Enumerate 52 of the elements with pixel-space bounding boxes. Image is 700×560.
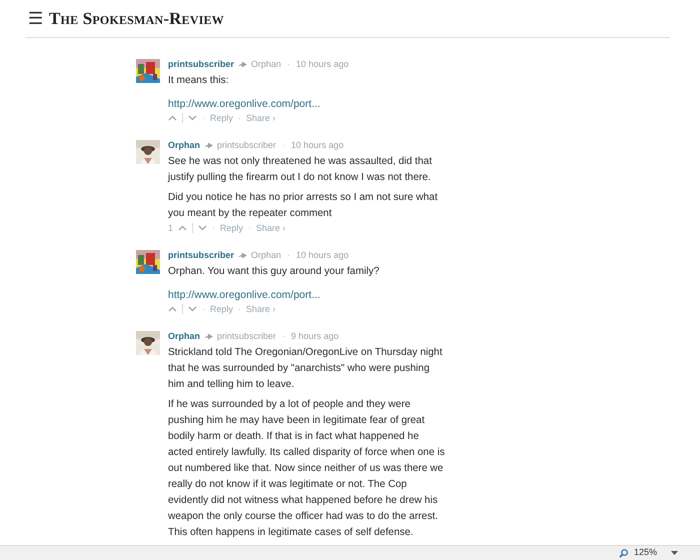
vote-count: 1 bbox=[168, 222, 174, 234]
separator-dot: · bbox=[282, 139, 286, 152]
comment-text: Did you notice he has no prior arrests so I am not sure what you meant by the repeater comment bbox=[168, 191, 439, 221]
reply-to-name[interactable]: printsubscriber bbox=[217, 139, 276, 152]
reply-arrow-icon bbox=[204, 142, 214, 149]
share-button[interactable]: Share › bbox=[256, 222, 286, 234]
separator-dot: · bbox=[212, 222, 216, 234]
downvote-icon[interactable] bbox=[188, 306, 197, 312]
separator-dot: · bbox=[287, 249, 290, 262]
separator-dot: · bbox=[238, 303, 242, 315]
reply-to-name[interactable]: Orphan bbox=[251, 58, 282, 71]
menu-button[interactable]: ☰ bbox=[28, 10, 43, 27]
reply-button[interactable]: Reply bbox=[210, 303, 234, 315]
zoom-icon bbox=[618, 548, 628, 558]
reply-arrow-icon bbox=[238, 252, 248, 259]
share-button[interactable]: Share › bbox=[246, 303, 276, 315]
comment-time[interactable]: 10 hours ago bbox=[296, 58, 349, 71]
separator-dot: · bbox=[287, 58, 290, 71]
comment-text: Strickland told The Oregonian/OregonLive on Thursday night that he was surrounded by "anarchists" who were pushing him and telling him to leave. bbox=[168, 346, 444, 392]
upvote-icon[interactable] bbox=[168, 115, 177, 121]
comment-author[interactable]: printsubscriber bbox=[168, 58, 234, 71]
comment-author[interactable]: printsubscriber bbox=[168, 249, 234, 262]
reply-arrow-icon bbox=[204, 333, 214, 340]
downvote-icon[interactable] bbox=[198, 225, 208, 231]
upvote-icon[interactable] bbox=[178, 225, 188, 231]
comment-text: See he was not only threatened he was assaulted, did that justify pulling the firearm out I do not know I was not there. bbox=[168, 155, 433, 185]
reply-button[interactable]: Reply bbox=[210, 112, 234, 124]
site-logo[interactable]: The Spokesman-Review bbox=[49, 6, 224, 32]
comment-text: If he was surrounded by a lot of people and they were pushing him he may have been in legitimate fear of great bodily harm or death. If that is in fact what happened he acted entirely lawfully. Its called disparity of force when one is out numbered like that. Now since neither of us was there we really do not know if it was legitimate or not. The Cop evidently did not witness what happened before he drew his weapon the only course the officer had was to do the arrest. This often happens in legitimate cases of self defense. bbox=[168, 398, 446, 540]
comment-time[interactable]: 10 hours ago bbox=[296, 249, 349, 262]
downvote-icon[interactable] bbox=[188, 115, 197, 121]
upvote-icon[interactable] bbox=[168, 306, 177, 312]
reply-to-name[interactable]: Orphan bbox=[251, 249, 282, 262]
reply-button[interactable]: Reply bbox=[220, 222, 244, 234]
dropdown-caret-icon[interactable] bbox=[671, 551, 678, 555]
comment-author[interactable]: Orphan bbox=[168, 139, 200, 152]
zoom-level[interactable]: 125% bbox=[634, 546, 657, 560]
share-button[interactable]: Share › bbox=[246, 112, 276, 124]
reply-arrow-icon bbox=[238, 61, 248, 68]
comment-author[interactable]: Orphan bbox=[168, 330, 200, 343]
comment-text: It means this: bbox=[168, 74, 230, 88]
separator-dot: · bbox=[202, 112, 205, 124]
separator-dot: · bbox=[238, 112, 242, 124]
comment-link[interactable]: http://www.oregonlive.com/port... bbox=[168, 287, 320, 303]
separator-dot: · bbox=[282, 330, 286, 343]
comment-time[interactable]: 10 hours ago bbox=[291, 139, 344, 152]
comment-text: Orphan. You want this guy around your family? bbox=[168, 265, 380, 279]
reply-to-name[interactable]: printsubscriber bbox=[217, 330, 276, 343]
comment-time[interactable]: 9 hours ago bbox=[291, 330, 339, 343]
separator-dot: · bbox=[248, 222, 252, 234]
comment-link[interactable]: http://www.oregonlive.com/port... bbox=[168, 96, 320, 112]
separator-dot: · bbox=[202, 303, 205, 315]
